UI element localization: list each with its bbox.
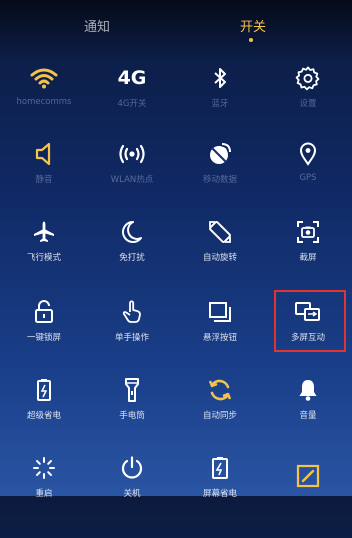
tile-label: 一键锁屏 — [26, 333, 61, 343]
rotate-icon — [200, 214, 240, 250]
flashlight-icon — [112, 372, 152, 408]
tile-label: 音量 — [299, 411, 317, 421]
lock-icon — [24, 294, 64, 330]
tile-power-off[interactable]: 关机 — [88, 450, 176, 530]
tile-label: GPS — [299, 173, 317, 183]
tile-label: 重启 — [35, 489, 53, 499]
tile-label: 免打扰 — [119, 253, 145, 263]
tab-switches[interactable]: 开关 — [240, 16, 266, 35]
tile-flashlight[interactable]: 手电筒 — [88, 372, 176, 452]
tile-label: 屏幕省电 — [202, 489, 237, 499]
hand-icon — [112, 294, 152, 330]
tile-label: 超级省电 — [26, 411, 61, 421]
moon-icon — [112, 214, 152, 250]
speaker-icon — [24, 136, 64, 172]
tile-settings[interactable]: 设置 — [264, 60, 352, 140]
float-button-icon — [200, 294, 240, 330]
4g-icon: 4G — [117, 67, 147, 89]
tile-super-saver[interactable]: 超级省电 — [0, 372, 88, 452]
hotspot-icon — [112, 136, 152, 172]
sync-icon — [200, 372, 240, 408]
bluetooth-icon — [200, 60, 240, 96]
battery-saver-icon — [24, 372, 64, 408]
power-icon — [112, 450, 152, 486]
bell-icon — [288, 372, 328, 408]
tile-label: 自动同步 — [202, 411, 237, 421]
airplane-icon — [24, 214, 64, 250]
tile-label: 自动旋转 — [202, 253, 237, 263]
tile-volume[interactable]: 音量 — [264, 372, 352, 452]
tile-float-button[interactable]: 悬浮按钮 — [176, 294, 264, 374]
tile-label: homecomms — [16, 97, 72, 107]
screen-saver-icon — [200, 450, 240, 486]
tile-auto-sync[interactable]: 自动同步 — [176, 372, 264, 452]
active-tab-indicator — [249, 38, 253, 42]
tile-mobile-data[interactable]: 移动数据 — [176, 136, 264, 216]
tile-label: 手电筒 — [119, 411, 145, 421]
edit-icon — [288, 458, 328, 494]
tab-notifications[interactable]: 通知 — [84, 16, 110, 35]
tile-label: 4G开关 — [117, 99, 147, 109]
tile-edit[interactable] — [264, 458, 352, 538]
wifi-icon — [24, 60, 64, 96]
tile-bluetooth[interactable]: 蓝牙 — [176, 60, 264, 140]
tile-wifi[interactable]: homecomms — [0, 60, 88, 140]
tile-label: 悬浮按钮 — [202, 333, 237, 343]
tile-mute[interactable]: 静音 — [0, 136, 88, 216]
gear-icon — [288, 60, 328, 96]
tile-one-key-lock[interactable]: 一键锁屏 — [0, 294, 88, 374]
tile-label: 关机 — [123, 489, 141, 499]
tab-bar: 通知 开关 — [0, 12, 352, 48]
tile-do-not-disturb[interactable]: 免打扰 — [88, 214, 176, 294]
highlight-box — [274, 290, 346, 352]
tile-one-hand[interactable]: 单手操作 — [88, 294, 176, 374]
tile-hotspot[interactable]: WLAN热点 — [88, 136, 176, 216]
tile-4g[interactable]: 4G 4G开关 — [88, 60, 176, 140]
tile-gps[interactable]: GPS — [264, 136, 352, 216]
tile-screen-saver[interactable]: 屏幕省电 — [176, 450, 264, 530]
tile-label: 飞行模式 — [26, 253, 61, 263]
location-pin-icon — [288, 136, 328, 172]
tile-label: 设置 — [299, 99, 317, 109]
tile-airplane-mode[interactable]: 飞行模式 — [0, 214, 88, 294]
restart-icon — [24, 450, 64, 486]
tile-label: 单手操作 — [114, 333, 149, 343]
tile-restart[interactable]: 重启 — [0, 450, 88, 530]
screenshot-icon — [288, 214, 328, 250]
satellite-dish-icon — [200, 136, 240, 172]
tile-label: 蓝牙 — [211, 99, 229, 109]
tile-label: 静音 — [35, 175, 53, 185]
tile-label: 移动数据 — [202, 175, 237, 185]
tile-label: WLAN热点 — [110, 175, 154, 185]
tile-label: 截屏 — [299, 253, 317, 263]
tile-auto-rotate[interactable]: 自动旋转 — [176, 214, 264, 294]
tile-screenshot[interactable]: 截屏 — [264, 214, 352, 294]
